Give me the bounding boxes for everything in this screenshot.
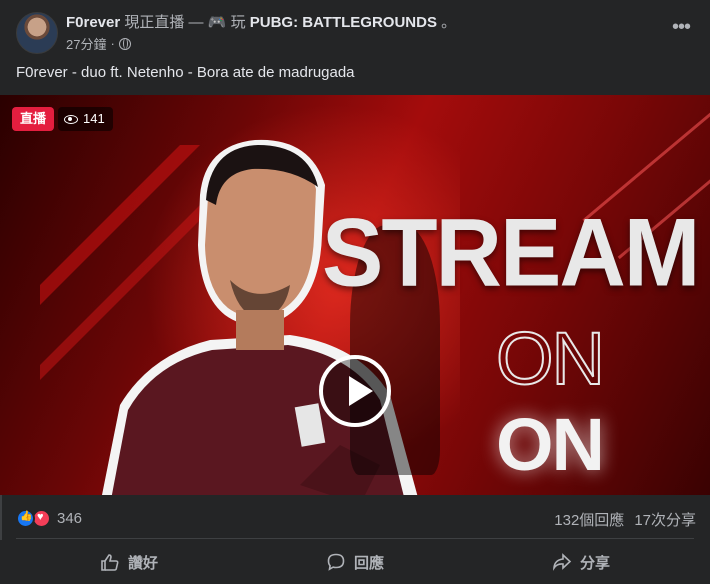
share-count[interactable]: 17次分享	[634, 509, 696, 530]
viewer-count-badge: 141	[58, 107, 113, 131]
eye-icon	[64, 114, 78, 124]
play-button[interactable]	[319, 355, 391, 427]
left-border	[0, 495, 2, 540]
share-label: 分享	[579, 554, 610, 572]
reaction-count: 346	[57, 510, 83, 527]
comment-button[interactable]: 回應	[242, 542, 468, 582]
thumbs-up-icon	[101, 554, 119, 571]
comment-icon	[327, 553, 345, 571]
post-stats: 346 132個回應 17次分享	[16, 506, 696, 532]
like-button[interactable]: 讚好	[16, 542, 242, 582]
post-header: F0rever 現正直播 — 🎮 玩 PUBG: BATTLEGROUNDS 。…	[16, 12, 696, 56]
viewer-count: 141	[83, 111, 105, 126]
globe-icon	[118, 37, 131, 50]
comment-count[interactable]: 132個回應	[554, 509, 624, 530]
post-actions: 讚好 回應 分享	[16, 542, 694, 582]
activity-suffix: 。	[441, 14, 457, 31]
reactions-summary[interactable]: 346	[16, 509, 82, 528]
avatar[interactable]	[16, 12, 58, 54]
share-icon	[552, 553, 572, 571]
more-horizontal-icon[interactable]: •••	[666, 17, 696, 40]
like-label: 讚好	[127, 554, 158, 572]
game-name-link[interactable]: PUBG: BATTLEGROUNDS	[250, 14, 437, 31]
like-reaction-icon	[16, 509, 35, 528]
thumbnail-word-3: ON	[495, 490, 606, 496]
video-player[interactable]: STREAM ON ON ON 直播 141	[0, 95, 710, 495]
thumbnail-word-2: ON	[496, 403, 605, 486]
author-name[interactable]: F0rever	[66, 14, 120, 31]
post-time[interactable]: 27分鐘	[66, 34, 106, 53]
thumbnail-word-1: ON	[495, 317, 606, 400]
actions-divider	[16, 538, 694, 539]
post-meta: 27分鐘 ·	[66, 34, 131, 53]
comment-label: 回應	[353, 554, 384, 572]
engagement-stats: 132個回應 17次分享	[554, 509, 696, 530]
post-title-line: F0rever 現正直播 — 🎮 玩 PUBG: BATTLEGROUNDS 。	[66, 13, 456, 33]
thumbnail-headline: STREAM	[322, 199, 700, 307]
post-text: F0rever - duo ft. Netenho - Bora ate de …	[16, 64, 355, 81]
game-controller-icon: 🎮	[207, 14, 227, 31]
activity-prefix: 現正直播 —	[124, 14, 208, 31]
meta-separator: ·	[110, 36, 115, 51]
activity-verb: 玩	[230, 14, 250, 31]
live-badge: 直播	[12, 107, 55, 131]
share-button[interactable]: 分享	[468, 542, 694, 582]
post-card: F0rever 現正直播 — 🎮 玩 PUBG: BATTLEGROUNDS 。…	[0, 0, 710, 584]
